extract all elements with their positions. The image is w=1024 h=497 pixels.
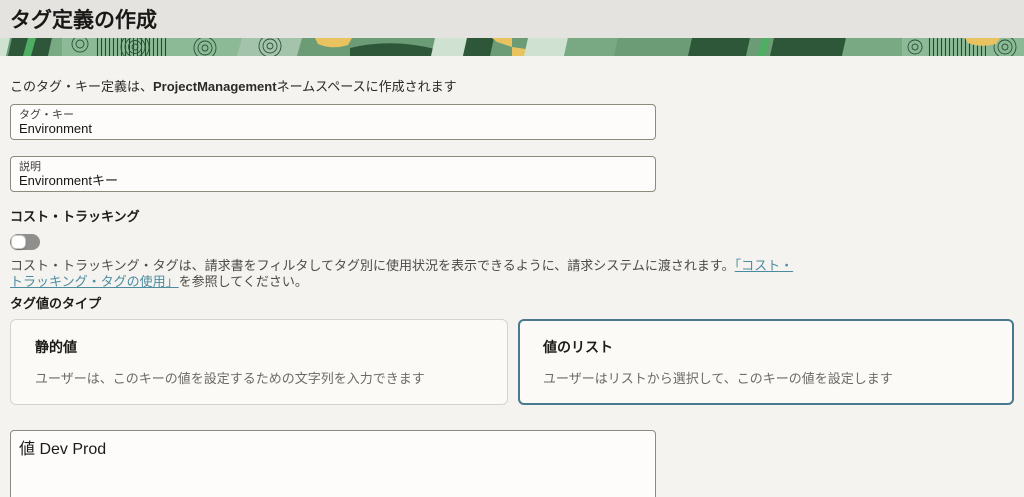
static-value-option-description: ユーザーは、このキーの値を設定するための文字列を入力できます [35,368,483,387]
description-field[interactable]: 説明 Environmentキー [10,156,656,192]
description-label: 説明 [19,161,647,173]
tag-value-type-label: タグ値のタイプ [10,293,1014,312]
page-header: タグ定義の作成 [0,0,1024,38]
tag-key-field[interactable]: タグ・キー Environment [10,104,656,140]
tag-value-type-options: 静的値 ユーザーは、このキーの値を設定するための文字列を入力できます 値のリスト… [10,319,1014,405]
namespace-info-text: このタグ・キー定義は、ProjectManagementネームスペースに作成され… [10,76,1014,95]
values-value: Dev Prod [39,441,106,458]
namespace-info-suffix: ネームスペースに作成されます [277,79,457,94]
cost-tracking-toggle[interactable] [10,234,40,250]
help-text-prefix: コスト・トラッキング・タグは、請求書をフィルタしてタグ別に使用状況を表示できるよ… [10,258,735,273]
form-content: このタグ・キー定義は、ProjectManagementネームスペースに作成され… [0,76,1024,497]
namespace-info-prefix: このタグ・キー定義は、 [10,79,153,94]
values-label: 値 [19,441,35,458]
list-of-values-option-card[interactable]: 値のリスト ユーザーはリストから選択して、このキーの値を設定します [518,319,1014,405]
tag-key-label: タグ・キー [19,109,647,121]
cost-tracking-label: コスト・トラッキング [10,206,1014,225]
values-field[interactable]: 値 Dev Prod [10,430,656,497]
cost-tracking-help-text: コスト・トラッキング・タグは、請求書をフィルタしてタグ別に使用状況を表示できるよ… [10,258,802,290]
toggle-knob [11,235,26,249]
list-of-values-option-title: 値のリスト [543,337,989,357]
tag-key-value: Environment [19,121,647,136]
help-text-suffix: を参照してください。 [179,274,308,289]
static-value-option-card[interactable]: 静的値 ユーザーは、このキーの値を設定するための文字列を入力できます [10,319,508,405]
static-value-option-title: 静的値 [35,337,483,357]
namespace-name: ProjectManagement [153,79,277,94]
page-title: タグ定義の作成 [10,4,157,34]
description-value: Environmentキー [19,173,647,188]
decorative-banner [0,38,1024,56]
list-of-values-option-description: ユーザーはリストから選択して、このキーの値を設定します [543,368,989,387]
